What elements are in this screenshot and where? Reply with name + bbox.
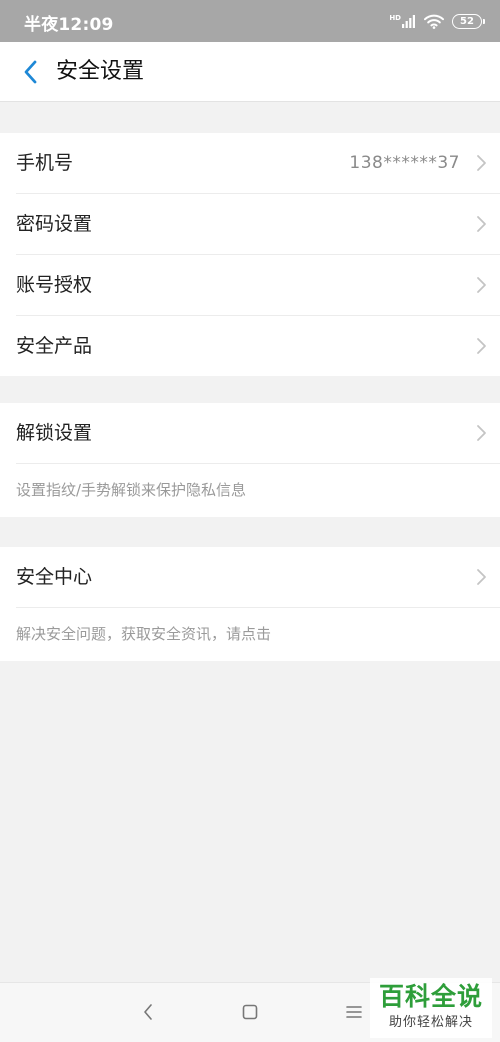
watermark-title: 百科全说	[378, 982, 483, 1011]
status-bar: 半夜12:09 HD 52	[0, 0, 500, 42]
watermark-logo: 百科全说 助你轻松解决	[370, 978, 492, 1038]
chevron-right-icon	[477, 216, 486, 232]
network-type-label: HD	[389, 14, 401, 22]
nav-menu-button[interactable]	[339, 997, 369, 1027]
row-label: 安全中心	[16, 566, 93, 588]
back-icon	[144, 1004, 152, 1020]
chevron-right-icon	[477, 338, 486, 354]
settings-group-account: 手机号 138******37 密码设置 账号授权 安全产品	[0, 133, 500, 376]
chevron-right-icon	[477, 425, 486, 441]
home-icon	[242, 1004, 258, 1020]
row-label: 密码设置	[16, 213, 93, 235]
nav-back-button[interactable]	[133, 997, 163, 1027]
watermark-subtitle: 助你轻松解决	[388, 1015, 473, 1030]
row-label: 账号授权	[16, 274, 93, 296]
row-label: 手机号	[16, 152, 74, 174]
row-phone-number[interactable]: 手机号 138******37	[0, 133, 500, 193]
battery-icon: 52	[452, 13, 485, 29]
header-bar: 安全设置	[0, 42, 500, 102]
settings-group-unlock: 解锁设置 设置指纹/手势解锁来保护隐私信息	[0, 403, 500, 517]
chevron-left-icon	[24, 60, 37, 84]
settings-group-security-center: 安全中心 解决安全问题，获取安全资讯，请点击	[0, 547, 500, 661]
row-security-center[interactable]: 安全中心	[0, 547, 500, 607]
row-label: 安全产品	[16, 335, 93, 357]
menu-icon	[346, 1006, 362, 1018]
battery-level: 52	[460, 15, 474, 27]
back-button[interactable]	[10, 52, 50, 92]
row-account-authorization[interactable]: 账号授权	[0, 255, 500, 315]
chevron-right-icon	[477, 569, 486, 585]
status-time: 半夜12:09	[24, 15, 114, 35]
row-password-settings[interactable]: 密码设置	[0, 194, 500, 254]
row-unlock-settings[interactable]: 解锁设置	[0, 403, 500, 463]
chevron-right-icon	[477, 277, 486, 293]
security-center-description: 解决安全问题，获取安全资讯，请点击	[16, 625, 272, 643]
chevron-right-icon	[477, 155, 486, 171]
row-label: 解锁设置	[16, 422, 93, 444]
phone-number-value: 138******37	[349, 153, 460, 173]
status-icons: HD 52	[389, 10, 485, 32]
row-security-products[interactable]: 安全产品	[0, 316, 500, 376]
unlock-description: 设置指纹/手势解锁来保护隐私信息	[16, 481, 247, 499]
page-title: 安全设置	[56, 59, 145, 84]
nav-home-button[interactable]	[235, 997, 265, 1027]
signal-icon: HD	[389, 14, 416, 28]
wifi-icon	[424, 14, 444, 29]
